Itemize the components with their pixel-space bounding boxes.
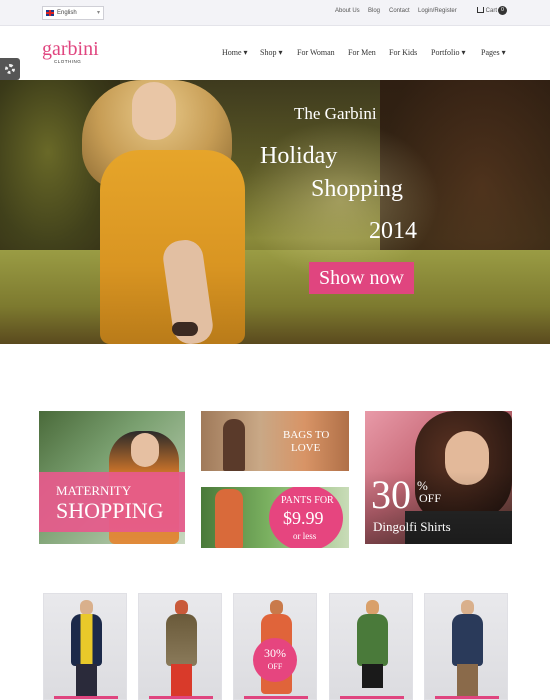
product-model-legs (76, 664, 97, 699)
cart-icon (477, 7, 484, 13)
nav-for-men[interactable]: For Men (348, 48, 376, 57)
product-accent-bar (340, 696, 404, 699)
product-model-head (366, 600, 379, 615)
bags-model (223, 419, 245, 471)
product-card[interactable]: 30% OFF (233, 593, 317, 700)
pants-price: $9.99 (283, 508, 324, 528)
product-model-head (175, 600, 188, 615)
product-model-body (166, 614, 197, 666)
sale-badge-off: OFF (267, 662, 283, 671)
maternity-line-1: MATERNITY (56, 483, 132, 498)
bags-line-2: LOVE (291, 442, 321, 454)
bags-line-1: BAGS TO (283, 429, 330, 441)
product-card[interactable] (138, 593, 222, 700)
maternity-promo[interactable]: MATERNITY SHOPPING (39, 411, 185, 544)
pants-line-1: PANTS FOR (281, 495, 334, 506)
product-model-body (452, 614, 483, 666)
product-model-head (461, 600, 474, 615)
product-accent-bar (149, 696, 213, 699)
hero-model-bracelet (172, 322, 198, 336)
shirts-discount-off: OFF (419, 491, 442, 505)
shirts-promo[interactable]: 30 % OFF Dingolfi Shirts (365, 411, 512, 544)
logo-subtitle: CLOTHING (54, 59, 82, 64)
product-model-body (71, 614, 102, 666)
contact-link[interactable]: Contact (389, 8, 410, 14)
logo[interactable]: garbini (42, 39, 99, 59)
hero-line-1: The Garbini (294, 104, 377, 123)
product-card[interactable] (43, 593, 127, 700)
login-register-link[interactable]: Login/Register (418, 8, 457, 14)
shirts-discount-number: 30 (371, 472, 411, 517)
shirts-label: Dingolfi Shirts (373, 519, 451, 534)
nav-shop[interactable]: Shop ▾ (260, 48, 282, 57)
show-now-button[interactable]: Show now (309, 262, 414, 294)
top-bar: English ▾ About Us Blog Contact Login/Re… (0, 0, 550, 26)
product-card[interactable] (329, 593, 413, 700)
product-model-legs (171, 664, 192, 699)
product-accent-bar (244, 696, 308, 699)
cart-count-badge: 0 (498, 6, 507, 15)
language-label: English (57, 10, 77, 16)
maternity-line-2: SHOPPING (56, 498, 164, 523)
nav-portfolio[interactable]: Portfolio ▾ (431, 48, 465, 57)
pants-promo[interactable]: PANTS FOR $9.99 or less (201, 487, 349, 548)
bags-promo[interactable]: BAGS TO LOVE (201, 411, 349, 471)
product-model-legs (362, 664, 383, 688)
product-model-legs (457, 664, 478, 699)
settings-gear-icon[interactable] (0, 58, 20, 80)
hero-line-3: Shopping (311, 176, 404, 202)
nav-for-kids[interactable]: For Kids (389, 48, 417, 57)
hero-line-4: 2014 (369, 218, 417, 244)
about-us-link[interactable]: About Us (335, 8, 360, 14)
pants-model (215, 489, 243, 548)
cart-button[interactable]: Cart 0 (477, 6, 507, 15)
cart-label: Cart (485, 8, 498, 14)
product-accent-bar (435, 696, 499, 699)
product-accent-bar (54, 696, 118, 699)
maternity-model-face (131, 433, 159, 467)
flag-uk-icon (46, 10, 54, 16)
hero-line-2: Holiday (260, 143, 338, 169)
product-model-body (357, 614, 388, 666)
language-select[interactable]: English ▾ (42, 6, 104, 20)
hero-banner (0, 80, 550, 344)
site-header: garbini CLOTHING Home ▾ Shop ▾ For Woman… (0, 26, 550, 80)
pants-line-3: or less (293, 531, 317, 541)
product-card[interactable] (424, 593, 508, 700)
nav-pages[interactable]: Pages ▾ (481, 48, 506, 57)
sale-badge-percent: 30% (264, 646, 286, 660)
nav-for-woman[interactable]: For Woman (297, 48, 335, 57)
chevron-down-icon: ▾ (96, 10, 100, 16)
hero-model-face (132, 82, 176, 140)
sale-badge: 30% OFF (253, 638, 297, 682)
product-model-head (80, 600, 93, 615)
nav-home[interactable]: Home ▾ (222, 48, 248, 57)
blog-link[interactable]: Blog (368, 8, 380, 14)
product-model-head (270, 600, 283, 615)
